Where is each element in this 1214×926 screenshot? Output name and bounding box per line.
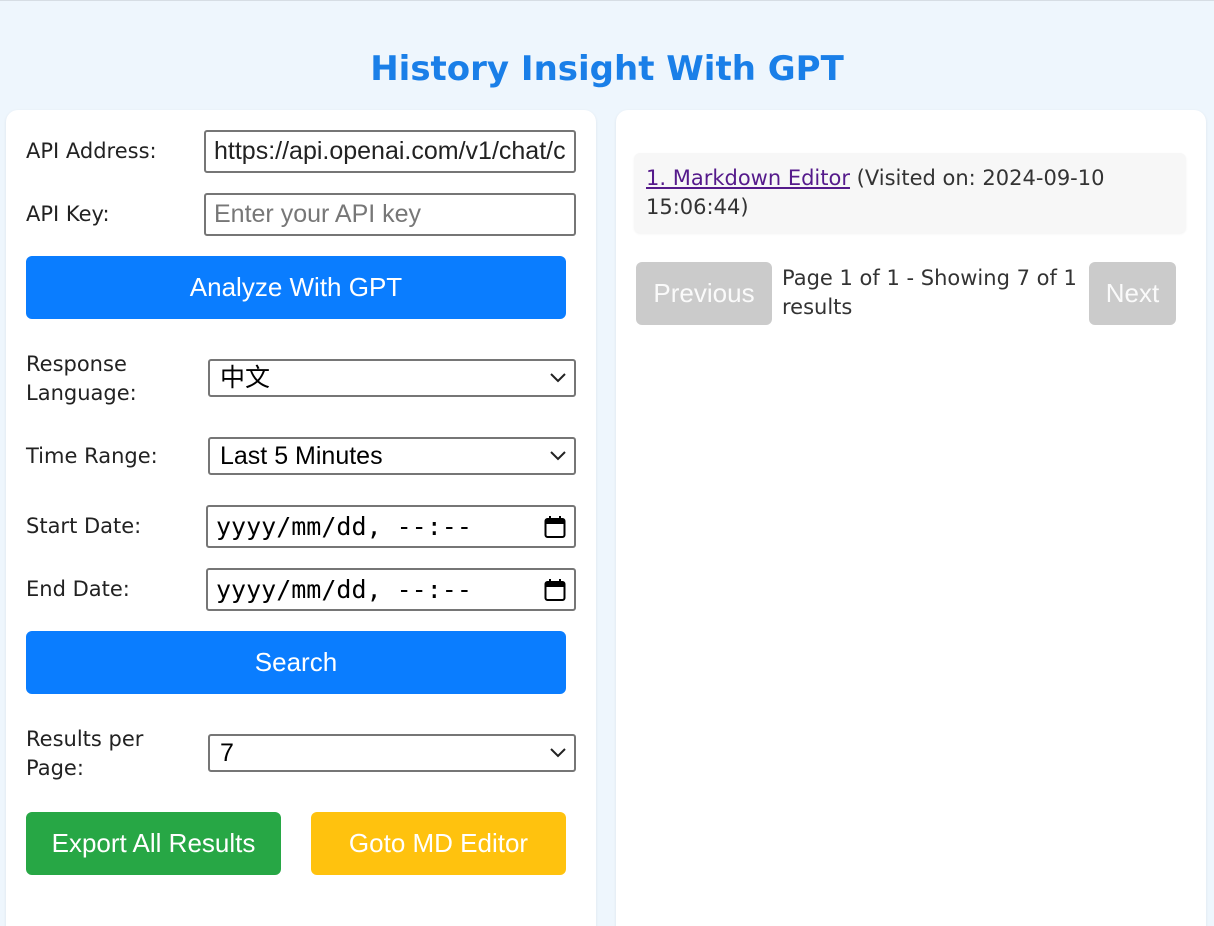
result-link[interactable]: 1. Markdown Editor [646,166,850,190]
results-per-page-label-line1: Results per [26,727,144,751]
analyze-with-gpt-button[interactable]: Analyze With GPT [26,256,566,319]
end-date-value: yyyy/mm/dd, --:-- [216,575,472,604]
response-language-value: 中文 [220,364,271,392]
result-visited-time: (Visited on: 2024-09-10 [849,166,1105,190]
api-address-label: API Address: [26,139,157,163]
result-item: 1. Markdown Editor (Visited on: 2024-09-… [634,153,1186,233]
start-date-label: Start Date: [26,514,142,538]
response-language-label: Response Language: [26,350,137,408]
results-per-page-value: 7 [220,739,234,767]
calendar-icon[interactable] [544,515,566,539]
next-page-button[interactable]: Next [1089,262,1176,325]
previous-page-button[interactable]: Previous [636,262,772,325]
start-date-value: yyyy/mm/dd, --:-- [216,512,472,541]
export-all-results-button[interactable]: Export All Results [26,812,281,875]
time-range-label: Time Range: [26,444,158,468]
pagination-status: Page 1 of 1 - Showing 7 of 1 results [782,264,1092,322]
chevron-down-icon [550,451,566,461]
time-range-select[interactable]: Last 5 Minutes [208,437,576,475]
results-panel: 1. Markdown Editor (Visited on: 2024-09-… [616,110,1206,926]
response-language-label-line1: Response [26,352,127,376]
pagination-status-line1: Page 1 of 1 - Showing 7 of 1 [782,266,1077,290]
search-button[interactable]: Search [26,631,566,694]
api-key-input[interactable] [204,193,576,236]
results-per-page-label-line2: Page: [26,756,84,780]
end-date-input[interactable]: yyyy/mm/dd, --:-- [206,568,576,611]
page-title: History Insight With GPT [370,49,844,89]
api-address-input[interactable] [204,130,576,173]
response-language-label-line2: Language: [26,381,137,405]
results-per-page-label: Results per Page: [26,725,143,783]
calendar-icon[interactable] [544,578,566,602]
end-date-label: End Date: [26,577,130,601]
start-date-input[interactable]: yyyy/mm/dd, --:-- [206,505,576,548]
result-visited-time-cont: 15:06:44) [646,195,749,219]
chevron-down-icon [550,748,566,758]
chevron-down-icon [550,373,566,383]
settings-panel: API Address: API Key: Analyze With GPT R… [6,110,596,926]
results-per-page-select[interactable]: 7 [208,734,576,772]
time-range-value: Last 5 Minutes [220,442,383,470]
api-key-label: API Key: [26,202,110,226]
response-language-select[interactable]: 中文 [208,359,576,397]
pagination-status-line2: results [782,295,853,319]
goto-md-editor-button[interactable]: Goto MD Editor [311,812,566,875]
